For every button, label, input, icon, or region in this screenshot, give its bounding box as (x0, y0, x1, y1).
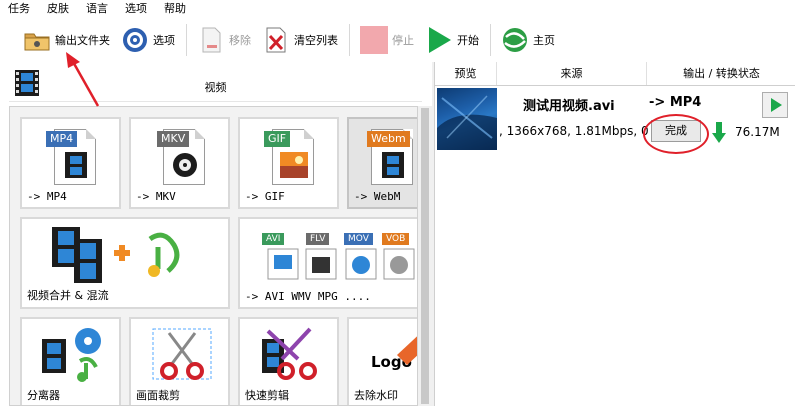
clear-list-icon (261, 25, 291, 55)
tile-to-mkv[interactable]: MKV -> MKV (129, 117, 230, 209)
globe-icon (500, 25, 530, 55)
menu-bar: 任务 皮肤 语言 选项 帮助 (0, 0, 795, 18)
menu-options[interactable]: 选项 (123, 0, 149, 18)
splitter-icon (40, 325, 106, 383)
stop-icon (359, 25, 389, 55)
vob-tag: VOB (382, 233, 410, 245)
play-icon (424, 25, 454, 55)
tile-label: 快速剪辑 (245, 389, 289, 402)
tile-label: 分离器 (27, 389, 60, 402)
menu-language[interactable]: 语言 (84, 0, 110, 18)
eraser-icon (389, 325, 417, 365)
highlight-circle (643, 114, 709, 154)
tile-to-other-formats[interactable]: AVI FLV MOV VOB -> AVI WMV MPG .... (238, 217, 417, 309)
output-size: 76.17M (735, 125, 780, 139)
col-source[interactable]: 来源 (497, 62, 647, 85)
menu-skin[interactable]: 皮肤 (45, 0, 71, 18)
tile-label: -> MP4 (27, 190, 67, 203)
avi-tag: AVI (262, 233, 285, 245)
start-button[interactable]: 开始 (420, 22, 483, 58)
play-icon (771, 98, 782, 112)
clear-list-button[interactable]: 清空列表 (257, 22, 342, 58)
options-gear-icon (120, 25, 150, 55)
options-button[interactable]: 选项 (116, 22, 179, 58)
flv-tag: FLV (306, 233, 330, 245)
output-format: -> MP4 (649, 95, 702, 110)
menu-help[interactable]: 帮助 (162, 0, 188, 18)
tile-splitter[interactable]: 分离器 (20, 317, 121, 405)
tile-label: 去除水印 (354, 389, 398, 402)
merge-films-icon (50, 225, 190, 285)
output-folder-label: 输出文件夹 (55, 34, 110, 47)
tile-crop[interactable]: 画面裁剪 (129, 317, 230, 405)
col-output-status[interactable]: 输出 / 转换状态 (647, 62, 795, 85)
folder-icon (22, 25, 52, 55)
toolbar-separator (490, 24, 491, 56)
task-category-panel: 视频 MP4 -> MP4 MKV -> MKV GIF -> GIF Webm… (0, 62, 432, 406)
table-header: 预览 来源 输出 / 转换状态 (435, 62, 795, 86)
options-label: 选项 (153, 34, 175, 47)
scissors-crop-icon (149, 325, 215, 383)
tile-merge-mux[interactable]: 视频合并 & 混流 (20, 217, 230, 309)
tile-label: 视频合并 & 混流 (27, 289, 109, 302)
stop-button[interactable]: 停止 (355, 22, 418, 58)
tile-grid: MP4 -> MP4 MKV -> MKV GIF -> GIF Webm ->… (9, 106, 418, 406)
tile-quick-clip[interactable]: 快速剪辑 (238, 317, 339, 405)
home-button[interactable]: 主页 (496, 22, 559, 58)
tile-to-mp4[interactable]: MP4 -> MP4 (20, 117, 121, 209)
tile-remove-watermark[interactable]: Logo 去除水印 (347, 317, 417, 405)
source-file-name: 测试用视频.avi (523, 99, 615, 114)
tile-label: -> WebM (354, 190, 401, 203)
start-label: 开始 (457, 34, 479, 47)
mkv-tag: MKV (157, 131, 190, 147)
tile-label: -> AVI WMV MPG .... (245, 290, 371, 303)
home-label: 主页 (533, 34, 555, 47)
toolbar-separator (186, 24, 187, 56)
video-preview-thumbnail (437, 88, 497, 150)
tile-scrollbar[interactable] (418, 106, 432, 406)
remove-button[interactable]: 移除 (192, 22, 255, 58)
menu-task[interactable]: 任务 (6, 0, 32, 18)
toolbar: 输出文件夹 选项 移除 清空列表 停止 开始 主页 (0, 18, 795, 62)
annotation-arrow-icon (60, 50, 102, 108)
stop-label: 停止 (392, 34, 414, 47)
play-output-button[interactable] (762, 92, 788, 118)
gif-tag: GIF (264, 131, 291, 147)
clear-list-label: 清空列表 (294, 34, 338, 47)
remove-label: 移除 (229, 34, 251, 47)
down-arrow-icon (712, 122, 726, 144)
col-preview[interactable]: 预览 (435, 62, 497, 85)
scrollbar-thumb[interactable] (421, 108, 429, 404)
tile-to-gif[interactable]: GIF -> GIF (238, 117, 339, 209)
toolbar-separator (349, 24, 350, 56)
tile-label: -> GIF (245, 190, 285, 203)
tile-to-webm[interactable]: Webm -> WebM (347, 117, 417, 209)
tile-label: 画面裁剪 (136, 389, 180, 402)
webm-tag: Webm (367, 131, 410, 147)
mp4-tag: MP4 (46, 131, 78, 147)
mov-tag: MOV (344, 233, 373, 245)
quick-clip-icon (258, 325, 324, 383)
tile-label: -> MKV (136, 190, 176, 203)
task-list-panel: 预览 来源 输出 / 转换状态 测试用视频.avi -> MP4 , 1366x… (434, 62, 795, 406)
source-info: , 1366x768, 1.81Mbps, 0 (499, 124, 649, 138)
remove-doc-icon (196, 25, 226, 55)
format-docs-icon (266, 247, 416, 281)
